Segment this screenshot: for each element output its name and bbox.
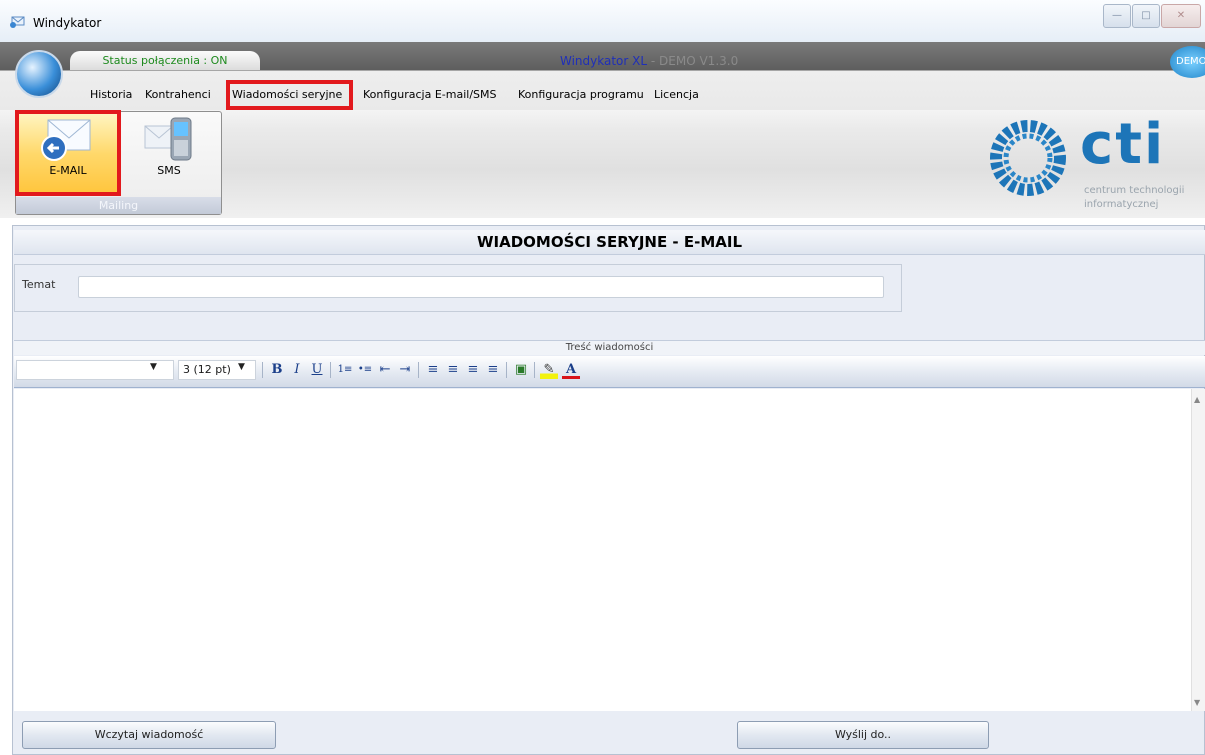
indent-icon[interactable]: ⇥ xyxy=(396,361,414,379)
scroll-down-icon[interactable]: ▼ xyxy=(1194,698,1200,707)
outdent-icon[interactable]: ⇤ xyxy=(376,361,394,379)
align-right-icon[interactable]: ≡ xyxy=(464,361,482,379)
ordered-list-icon[interactable]: 1≡ xyxy=(336,361,354,379)
menu-item-kontrahenci[interactable]: Kontrahenci xyxy=(145,88,211,101)
app-icon xyxy=(10,16,25,28)
unordered-list-icon[interactable]: •≡ xyxy=(356,361,374,379)
active-menu-highlight xyxy=(226,80,353,110)
menu-item-konfiguracja-email-sms[interactable]: Konfiguracja E-mail/SMS xyxy=(363,88,497,101)
window-title-bar xyxy=(0,0,1205,42)
toolbar-separator xyxy=(330,362,331,378)
toolbar-separator xyxy=(506,362,507,378)
cti-logo-text: cti xyxy=(1080,112,1166,177)
send-to-button[interactable]: Wyślij do.. xyxy=(737,721,989,749)
toolbar-separator xyxy=(262,362,263,378)
scroll-up-icon[interactable]: ▲ xyxy=(1194,395,1200,404)
chevron-down-icon[interactable]: ▼ xyxy=(238,362,245,372)
app-version: - DEMO V1.3.0 xyxy=(650,54,739,68)
cti-logo-subtitle-2: informatycznej xyxy=(1084,199,1159,210)
message-body-editor[interactable] xyxy=(14,389,1191,711)
close-button[interactable]: ✕ xyxy=(1161,4,1201,28)
align-center-icon[interactable]: ≡ xyxy=(444,361,462,379)
chevron-down-icon[interactable]: ▼ xyxy=(150,362,157,372)
maximize-button[interactable]: □ xyxy=(1132,4,1160,28)
subject-input[interactable] xyxy=(78,276,884,298)
highlight-icon[interactable]: ✎ xyxy=(540,361,558,379)
cti-logo-subtitle-1: centrum technologii xyxy=(1084,185,1185,196)
align-left-icon[interactable]: ≡ xyxy=(424,361,442,379)
email-button-highlight xyxy=(15,110,121,196)
sms-button[interactable]: SMS xyxy=(121,112,217,196)
load-message-button[interactable]: Wczytaj wiadomość xyxy=(22,721,276,749)
underline-button[interactable]: U xyxy=(308,361,326,379)
page-title: WIADOMOŚCI SERYJNE - E-MAIL xyxy=(476,233,743,251)
italic-button[interactable]: I xyxy=(288,361,306,379)
toolbar-separator xyxy=(534,362,535,378)
cti-logo-icon xyxy=(990,120,1066,196)
sms-button-label: SMS xyxy=(157,164,181,177)
connection-status: Status połączenia : ON xyxy=(70,51,260,70)
app-title: Windykator XL - DEMO V1.3.0 xyxy=(560,54,738,68)
subject-label: Temat xyxy=(22,278,56,291)
menu-item-historia[interactable]: Historia xyxy=(90,88,132,101)
justify-icon[interactable]: ≡ xyxy=(484,361,502,379)
toolbar-separator xyxy=(418,362,419,378)
app-name: Windykator XL xyxy=(560,54,648,68)
message-body-header: Treść wiadomości xyxy=(14,340,1205,355)
font-color-icon[interactable]: A xyxy=(562,361,580,379)
menu-item-licencja[interactable]: Licencja xyxy=(654,88,699,101)
mobile-phone-icon xyxy=(144,117,192,161)
menu-item-konfiguracja-programu[interactable]: Konfiguracja programu xyxy=(518,88,644,101)
globe-icon[interactable] xyxy=(15,50,63,98)
editor-scrollbar[interactable] xyxy=(1191,389,1205,711)
mailing-group-label: Mailing xyxy=(16,197,221,214)
insert-image-icon[interactable]: ▣ xyxy=(512,361,530,379)
window-title: Windykator xyxy=(33,16,102,30)
minimize-button[interactable]: — xyxy=(1103,4,1131,28)
bold-button[interactable]: B xyxy=(268,361,286,379)
